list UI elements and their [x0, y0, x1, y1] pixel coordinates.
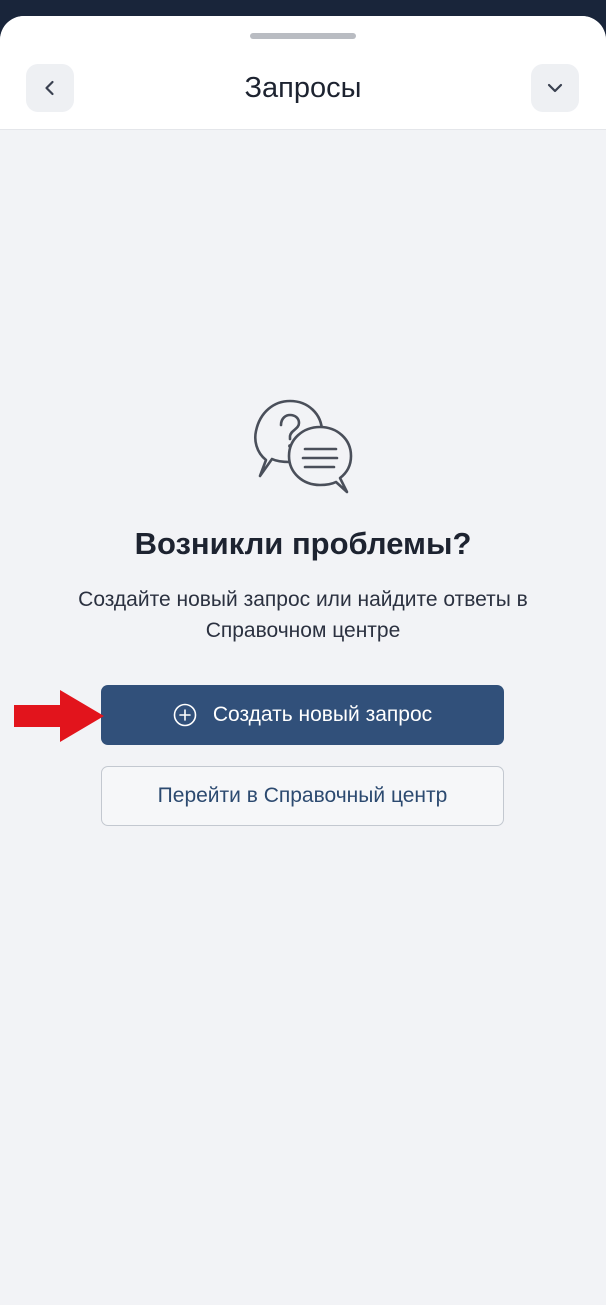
collapse-button[interactable]: [531, 64, 579, 112]
chat-question-icon: [254, 399, 353, 494]
help-center-label: Перейти в Справочный центр: [157, 784, 448, 807]
chevron-down-icon: [547, 83, 563, 93]
empty-state-description: Создайте новый запрос или найдите ответы…: [78, 588, 528, 642]
page-title: Запросы: [244, 72, 362, 104]
sheet-grabber[interactable]: [250, 33, 356, 39]
empty-state-heading: Возникли проблемы?: [134, 526, 472, 561]
create-request-button[interactable]: Создать новый запрос: [101, 685, 504, 745]
sheet-header: Запросы: [0, 16, 606, 130]
plus-circle-icon: [173, 703, 197, 727]
help-center-button[interactable]: Перейти в Справочный центр: [101, 766, 504, 826]
create-request-label: Создать новый запрос: [212, 703, 433, 726]
bottom-sheet: Запросы Возникли проблемы? Создайте новы…: [0, 16, 606, 1305]
red-arrow-icon: [14, 690, 104, 742]
